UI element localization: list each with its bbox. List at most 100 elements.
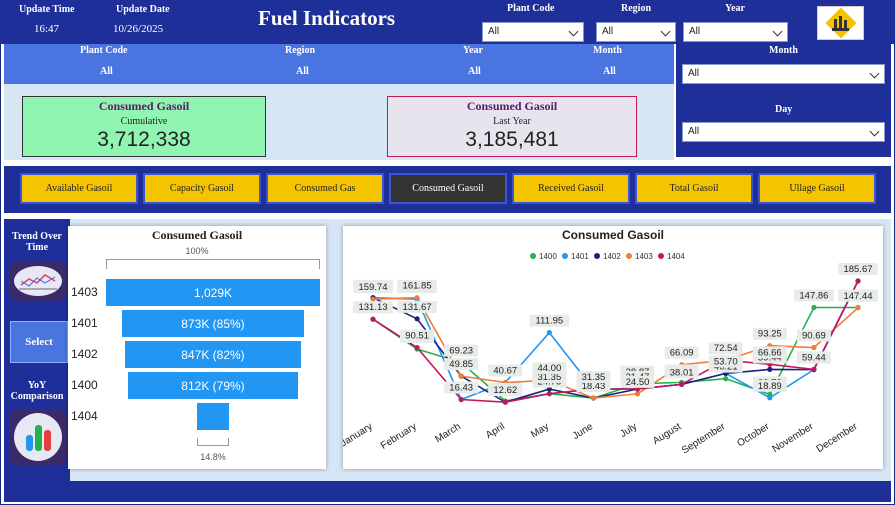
data-label: 131.13	[353, 301, 393, 314]
region-dropdown[interactable]: All	[596, 22, 676, 42]
data-label: 59.44	[796, 351, 831, 364]
x-tick-label: December	[815, 421, 861, 455]
data-label-text: 59.44	[802, 352, 826, 363]
data-label-text: 161.85	[403, 281, 432, 292]
legend-marker	[562, 253, 568, 259]
funnel-bar[interactable]: 847K (82%)	[125, 341, 301, 368]
tab-available-gasoil[interactable]: Available Gasoil	[20, 173, 138, 204]
tab-total-gasoil[interactable]: Total Gasoil	[635, 173, 753, 204]
day-filter-label: Day	[775, 104, 793, 115]
data-label: 131.67	[397, 300, 437, 313]
data-label-text: 12.62	[493, 385, 517, 396]
day-dropdown[interactable]: All	[682, 122, 885, 142]
summary-plant-code-label: Plant Code	[80, 45, 128, 56]
funnel-top-bracket	[106, 259, 320, 269]
x-tick-label: September	[680, 421, 728, 457]
kpi-area: Consumed Gasoil Cumulative 3,712,338 Con…	[4, 84, 674, 160]
kpi-value: 3,185,481	[465, 128, 559, 151]
left-nav: Trend Over Time Select YoY Comparison	[4, 219, 70, 481]
legend-item-1402: 1402	[594, 252, 621, 261]
funnel-bar[interactable]: 873K (85%)	[122, 310, 304, 337]
bottom-bar	[4, 481, 891, 502]
year-dropdown[interactable]: All	[683, 22, 788, 42]
data-label-text: 66.09	[670, 348, 694, 359]
chevron-down-icon	[772, 26, 783, 37]
legend-label: 1403	[635, 252, 653, 261]
funnel-top-percent: 100%	[185, 246, 209, 256]
data-label-text: 159.74	[358, 282, 387, 293]
year-dropdown-value: All	[689, 26, 701, 37]
data-label-text: 66.66	[758, 347, 782, 358]
funnel-bottom-percent: 14.8%	[200, 452, 226, 462]
funnel-panel: Consumed Gasoil 100% 1403 1,029K 1401 873K …	[68, 226, 326, 469]
legend-item-1403: 1403	[626, 252, 653, 261]
data-label: 147.44	[838, 289, 878, 302]
plant-code-dropdown[interactable]: All	[482, 22, 584, 42]
data-label-text: 72.54	[714, 343, 738, 354]
tab-capacity-gasoil[interactable]: Capacity Gasoil	[143, 173, 261, 204]
tab-consumed-gas[interactable]: Consumed Gas	[266, 173, 384, 204]
data-label-text: 131.67	[403, 302, 432, 313]
tab-consumed-gasoil[interactable]: Consumed Gasoil	[389, 173, 507, 204]
funnel-bar[interactable]: 812K (79%)	[128, 372, 298, 399]
region-label: Region	[621, 3, 651, 14]
data-label-text: 18.89	[758, 381, 782, 392]
year-label: Year	[725, 3, 745, 14]
yoy-comparison-button[interactable]	[9, 409, 67, 465]
data-label-text: 90.51	[405, 331, 429, 342]
line-chart-panel: Consumed Gasoil 1400 1401 1402 1403 1404 131.1…	[339, 226, 883, 469]
data-label: 18.89	[752, 379, 787, 392]
chevron-down-icon	[568, 26, 579, 37]
data-label: 161.85	[397, 279, 437, 292]
measure-tab-strip: Available Gasoil Capacity Gasoil Consume…	[4, 166, 891, 213]
chart-title: Consumed Gasoil	[562, 228, 664, 242]
trend-over-time-label: Trend Over Time	[12, 231, 62, 253]
funnel-title: Consumed Gasoil	[151, 228, 243, 242]
summary-region-label: Region	[285, 45, 315, 56]
data-label: 40.67	[488, 364, 523, 377]
x-tick-label: January	[343, 421, 375, 449]
data-point-1403	[855, 305, 861, 311]
legend-label: 1401	[571, 252, 589, 261]
data-label: 44.00	[532, 362, 567, 375]
data-point-1403	[414, 295, 420, 301]
x-tick-label: May	[529, 421, 551, 440]
data-point-1400	[723, 376, 729, 382]
summary-plant-code-value: All	[100, 66, 113, 77]
month-filter-label: Month	[769, 45, 798, 56]
legend-label: 1404	[667, 252, 685, 261]
data-point-1401	[767, 395, 773, 401]
data-point-1402	[767, 366, 773, 372]
kpi-value: 3,712,338	[97, 128, 191, 151]
funnel-bar[interactable]: 1,029K	[106, 279, 320, 306]
right-filter-panel: Month All Day All	[676, 44, 891, 157]
data-label-text: 69.23	[449, 346, 473, 357]
funnel-category-label: 1404	[71, 409, 98, 423]
legend-marker	[658, 253, 664, 259]
data-point-1402	[414, 316, 420, 322]
data-label: 93.25	[752, 327, 787, 340]
x-tick-label: June	[571, 421, 596, 442]
select-button[interactable]: Select	[10, 321, 68, 363]
month-dropdown[interactable]: All	[682, 64, 885, 84]
funnel-category-label: 1403	[71, 285, 98, 299]
funnel-bar[interactable]	[197, 403, 229, 430]
yoy-comparison-label: YoY Comparison	[10, 380, 64, 402]
data-label: 49.85	[444, 358, 479, 371]
filter-summary-bar: Plant Code All Region All Year All Month…	[4, 44, 674, 84]
data-label-text: 49.85	[449, 359, 473, 370]
data-label-text: 93.25	[758, 329, 782, 340]
trend-over-time-button[interactable]	[9, 261, 67, 301]
legend-label: 1400	[539, 252, 557, 261]
consumed-gasoil-line-chart: Consumed Gasoil 1400 1401 1402 1403 1404 131.1…	[339, 228, 878, 457]
legend-item-1404: 1404	[658, 252, 685, 261]
summary-region-value: All	[296, 66, 309, 77]
data-label-text: 24.50	[626, 377, 650, 388]
tab-ullage-gasoil[interactable]: Ullage Gasoil	[758, 173, 876, 204]
data-point-1403	[458, 373, 464, 379]
tab-received-gasoil[interactable]: Received Gasoil	[512, 173, 630, 204]
data-label: 66.66	[752, 346, 787, 359]
kpi-subtitle: Last Year	[493, 116, 531, 127]
data-label-text: 31.35	[582, 372, 606, 383]
data-label-text: 40.67	[493, 366, 517, 377]
